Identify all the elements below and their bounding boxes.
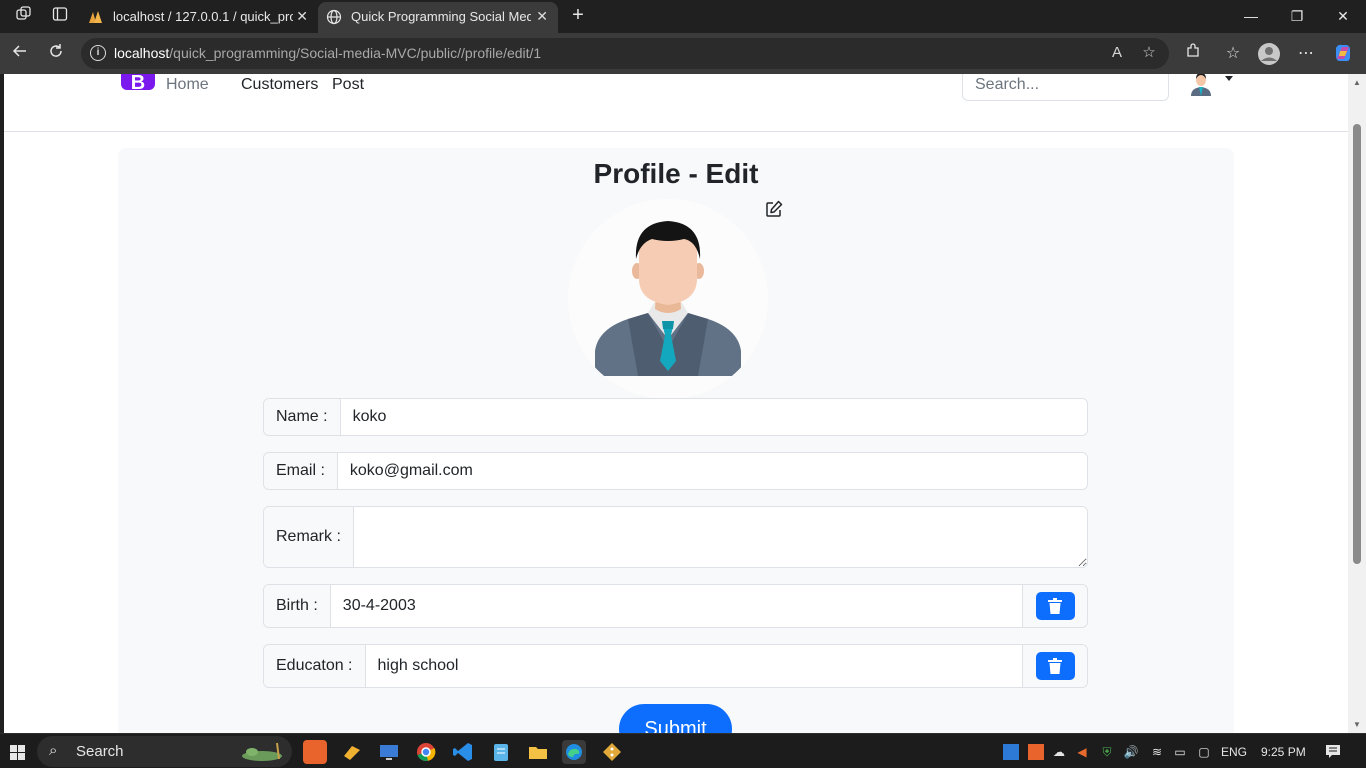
copilot-icon[interactable] — [1331, 42, 1355, 66]
filezilla-app-icon[interactable] — [340, 740, 364, 764]
minimize-button[interactable]: — — [1228, 0, 1274, 33]
close-window-button[interactable]: ✕ — [1320, 0, 1366, 33]
volume-icon[interactable]: 🔊 — [1123, 744, 1139, 760]
read-aloud-icon[interactable]: A — [1107, 43, 1127, 63]
display-app-icon[interactable] — [377, 740, 401, 764]
scroll-up-arrow-icon[interactable]: ▲ — [1352, 78, 1362, 87]
remark-input-group: Remark : — [263, 506, 1088, 568]
birth-field[interactable] — [330, 585, 1022, 627]
taskbar-search[interactable]: ⌕ Search — [37, 736, 292, 767]
phpmyadmin-favicon-icon — [89, 11, 102, 23]
browser-toolbar: i localhost/quick_programming/Social-med… — [0, 33, 1366, 74]
brand-logo[interactable]: B — [121, 74, 155, 94]
delete-education-button[interactable] — [1035, 652, 1075, 680]
tab-social-media[interactable]: Quick Programming Social Media ✕ — [318, 2, 558, 33]
trash-icon — [1048, 658, 1062, 674]
git-app-icon[interactable] — [600, 740, 624, 764]
vscode-app-icon[interactable] — [451, 740, 475, 764]
name-input-group: Name : — [263, 398, 1088, 436]
birth-delete-wrap — [1022, 585, 1087, 627]
tray-app-icon[interactable] — [1003, 744, 1019, 760]
trash-icon — [1048, 598, 1062, 614]
delete-birth-button[interactable] — [1035, 592, 1075, 620]
tab-title: Quick Programming Social Media — [351, 9, 531, 24]
new-tab-button[interactable]: + — [566, 4, 590, 28]
more-menu-icon[interactable]: ⋯ — [1294, 42, 1318, 66]
url-text[interactable]: localhost/quick_programming/Social-media… — [114, 38, 541, 69]
globe-icon — [326, 9, 342, 25]
security-shield-icon[interactable]: ⛨ — [1099, 744, 1115, 760]
close-tab-icon[interactable]: ✕ — [296, 2, 308, 31]
remark-label: Remark : — [264, 507, 354, 567]
birth-label: Birth : — [264, 585, 331, 627]
tab-title: localhost / 127.0.0.1 / quick_progr — [113, 9, 293, 24]
scroll-down-arrow-icon[interactable]: ▼ — [1352, 720, 1362, 729]
extensions-icon[interactable] — [1181, 42, 1205, 66]
notification-icon[interactable] — [1325, 743, 1341, 759]
nav-link-home[interactable]: Home — [166, 75, 209, 95]
tray-xampp-icon[interactable] — [1028, 744, 1044, 760]
taskbar-search-label: Search — [76, 743, 124, 760]
scrollbar-thumb[interactable] — [1353, 124, 1361, 564]
wifi-icon[interactable]: ≋ — [1149, 744, 1165, 760]
clock-time[interactable]: 9:25 PM — [1261, 745, 1306, 759]
favorites-icon[interactable]: ☆ — [1221, 42, 1245, 66]
windows-start-icon[interactable] — [10, 745, 25, 760]
page-title: Profile - Edit — [593, 158, 759, 189]
refresh-icon[interactable] — [44, 42, 68, 66]
name-label: Name : — [264, 399, 341, 435]
education-input-group: Educaton : — [263, 644, 1088, 688]
page-viewport: B Home Customers Post Profile - Edit — [4, 74, 1348, 733]
onedrive-icon[interactable]: ☁ — [1051, 744, 1067, 760]
language-indicator[interactable]: ENG — [1221, 745, 1247, 759]
education-label: Educaton : — [264, 645, 366, 687]
page-scrollbar[interactable]: ▲ ▼ — [1348, 74, 1366, 733]
nav-link-customers[interactable]: Customers — [241, 75, 318, 95]
notepad-app-icon[interactable] — [489, 740, 513, 764]
tray-speaker-app-icon[interactable]: ◀ — [1074, 744, 1090, 760]
file-explorer-app-icon[interactable] — [526, 740, 550, 764]
birth-input-group: Birth : — [263, 584, 1088, 628]
nav-link-post[interactable]: Post — [332, 75, 364, 95]
search-icon: ⌕ — [49, 742, 58, 759]
edit-avatar-icon[interactable] — [765, 200, 783, 218]
xampp-app-icon[interactable] — [303, 740, 327, 764]
site-info-icon[interactable]: i — [90, 45, 106, 61]
email-input-group: Email : — [263, 452, 1088, 490]
remark-textarea[interactable] — [353, 507, 1087, 567]
search-highlight-image — [242, 742, 282, 761]
restore-button[interactable]: ❐ — [1274, 0, 1320, 33]
profile-edit-card: Profile - Edit Name: koko Email: koko@… — [118, 148, 1234, 733]
vertical-tabs-icon[interactable] — [49, 6, 71, 28]
user-menu-caret-icon[interactable] — [1225, 76, 1233, 81]
favorite-star-icon[interactable]: ☆ — [1139, 43, 1159, 63]
address-bar[interactable]: i localhost/quick_programming/Social-med… — [81, 38, 1169, 69]
chrome-app-icon[interactable] — [414, 740, 438, 764]
email-label: Email : — [264, 453, 338, 489]
profile-avatar — [568, 199, 768, 399]
education-field[interactable] — [365, 645, 1022, 687]
back-arrow-icon[interactable] — [8, 42, 32, 66]
battery-icon[interactable]: ▭ — [1172, 744, 1188, 760]
site-navbar: B Home Customers Post — [4, 74, 1348, 132]
profile-icon[interactable] — [1257, 42, 1281, 66]
windows-taskbar: ⌕ Search ☁ ◀ ⛨ 🔊 ≋ ▭ ▢ ENG 9:25 PM — [0, 733, 1366, 768]
education-delete-wrap — [1022, 645, 1087, 687]
url-path: /quick_programming/Social-media-MVC/publ… — [169, 45, 542, 61]
submit-button[interactable]: Submit — [619, 704, 732, 733]
name-field[interactable] — [340, 399, 1087, 435]
close-tab-icon[interactable]: ✕ — [536, 2, 548, 31]
tab-phpmyadmin[interactable]: localhost / 127.0.0.1 / quick_progr ✕ — [80, 2, 318, 33]
url-host: localhost — [114, 45, 170, 61]
search-input[interactable] — [962, 74, 1169, 101]
workspaces-icon[interactable] — [13, 6, 35, 28]
browser-tab-bar: localhost / 127.0.0.1 / quick_progr ✕ Qu… — [0, 0, 1366, 33]
edge-app-icon[interactable] — [562, 740, 586, 764]
email-field[interactable] — [337, 453, 1087, 489]
user-avatar[interactable] — [1187, 74, 1215, 96]
display-settings-icon[interactable]: ▢ — [1196, 744, 1212, 760]
